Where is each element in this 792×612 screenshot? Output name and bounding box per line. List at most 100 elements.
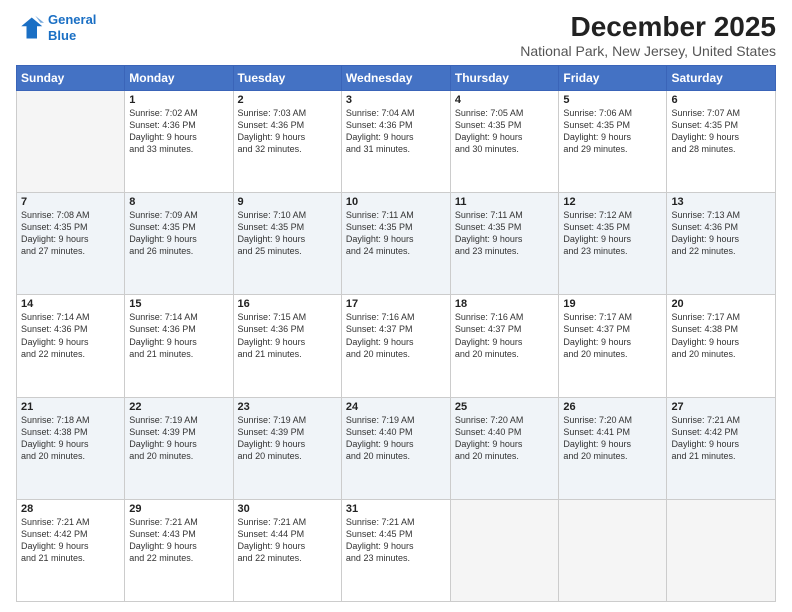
col-monday: Monday: [125, 65, 233, 90]
day-number: 5: [563, 94, 662, 106]
calendar-day: 25Sunrise: 7:20 AMSunset: 4:40 PMDayligh…: [450, 397, 559, 499]
calendar-day: 30Sunrise: 7:21 AMSunset: 4:44 PMDayligh…: [233, 499, 341, 601]
page: General Blue December 2025 National Park…: [0, 0, 792, 612]
day-info: Sunrise: 7:05 AMSunset: 4:35 PMDaylight:…: [455, 107, 555, 156]
day-info: Sunrise: 7:20 AMSunset: 4:40 PMDaylight:…: [455, 414, 555, 463]
calendar-day: 5Sunrise: 7:06 AMSunset: 4:35 PMDaylight…: [559, 90, 667, 192]
calendar-table: Sunday Monday Tuesday Wednesday Thursday…: [16, 65, 776, 602]
day-number: 31: [346, 503, 446, 515]
day-info: Sunrise: 7:19 AMSunset: 4:39 PMDaylight:…: [129, 414, 228, 463]
day-info: Sunrise: 7:21 AMSunset: 4:45 PMDaylight:…: [346, 516, 446, 565]
day-info: Sunrise: 7:14 AMSunset: 4:36 PMDaylight:…: [21, 311, 120, 360]
day-info: Sunrise: 7:21 AMSunset: 4:43 PMDaylight:…: [129, 516, 228, 565]
day-info: Sunrise: 7:18 AMSunset: 4:38 PMDaylight:…: [21, 414, 120, 463]
day-number: 2: [238, 94, 337, 106]
calendar-week-2: 7Sunrise: 7:08 AMSunset: 4:35 PMDaylight…: [17, 193, 776, 295]
day-number: 14: [21, 298, 120, 310]
calendar-week-4: 21Sunrise: 7:18 AMSunset: 4:38 PMDayligh…: [17, 397, 776, 499]
day-info: Sunrise: 7:19 AMSunset: 4:40 PMDaylight:…: [346, 414, 446, 463]
day-number: 15: [129, 298, 228, 310]
calendar-day: 8Sunrise: 7:09 AMSunset: 4:35 PMDaylight…: [125, 193, 233, 295]
day-number: 27: [671, 401, 771, 413]
day-number: 22: [129, 401, 228, 413]
calendar-day: 6Sunrise: 7:07 AMSunset: 4:35 PMDaylight…: [667, 90, 776, 192]
calendar-day: 19Sunrise: 7:17 AMSunset: 4:37 PMDayligh…: [559, 295, 667, 397]
logo-line2: Blue: [48, 28, 76, 43]
calendar-day: 11Sunrise: 7:11 AMSunset: 4:35 PMDayligh…: [450, 193, 559, 295]
day-number: 11: [455, 196, 555, 208]
day-info: Sunrise: 7:10 AMSunset: 4:35 PMDaylight:…: [238, 209, 337, 258]
calendar-week-1: 1Sunrise: 7:02 AMSunset: 4:36 PMDaylight…: [17, 90, 776, 192]
calendar-day: 22Sunrise: 7:19 AMSunset: 4:39 PMDayligh…: [125, 397, 233, 499]
calendar-body: 1Sunrise: 7:02 AMSunset: 4:36 PMDaylight…: [17, 90, 776, 601]
day-info: Sunrise: 7:21 AMSunset: 4:42 PMDaylight:…: [671, 414, 771, 463]
day-number: 20: [671, 298, 771, 310]
calendar-week-3: 14Sunrise: 7:14 AMSunset: 4:36 PMDayligh…: [17, 295, 776, 397]
day-info: Sunrise: 7:12 AMSunset: 4:35 PMDaylight:…: [563, 209, 662, 258]
day-number: 3: [346, 94, 446, 106]
day-info: Sunrise: 7:21 AMSunset: 4:44 PMDaylight:…: [238, 516, 337, 565]
day-number: 9: [238, 196, 337, 208]
calendar-day: [667, 499, 776, 601]
day-number: 13: [671, 196, 771, 208]
calendar-day: 21Sunrise: 7:18 AMSunset: 4:38 PMDayligh…: [17, 397, 125, 499]
calendar-day: 15Sunrise: 7:14 AMSunset: 4:36 PMDayligh…: [125, 295, 233, 397]
calendar-day: 12Sunrise: 7:12 AMSunset: 4:35 PMDayligh…: [559, 193, 667, 295]
day-info: Sunrise: 7:16 AMSunset: 4:37 PMDaylight:…: [346, 311, 446, 360]
day-info: Sunrise: 7:11 AMSunset: 4:35 PMDaylight:…: [455, 209, 555, 258]
day-number: 18: [455, 298, 555, 310]
day-number: 16: [238, 298, 337, 310]
header-row: Sunday Monday Tuesday Wednesday Thursday…: [17, 65, 776, 90]
calendar-day: [450, 499, 559, 601]
day-info: Sunrise: 7:11 AMSunset: 4:35 PMDaylight:…: [346, 209, 446, 258]
calendar-day: 9Sunrise: 7:10 AMSunset: 4:35 PMDaylight…: [233, 193, 341, 295]
day-number: 25: [455, 401, 555, 413]
calendar-day: 27Sunrise: 7:21 AMSunset: 4:42 PMDayligh…: [667, 397, 776, 499]
day-number: 28: [21, 503, 120, 515]
day-number: 19: [563, 298, 662, 310]
day-number: 12: [563, 196, 662, 208]
day-number: 1: [129, 94, 228, 106]
logo-text: General Blue: [48, 12, 96, 43]
calendar-day: 4Sunrise: 7:05 AMSunset: 4:35 PMDaylight…: [450, 90, 559, 192]
day-info: Sunrise: 7:13 AMSunset: 4:36 PMDaylight:…: [671, 209, 771, 258]
day-info: Sunrise: 7:16 AMSunset: 4:37 PMDaylight:…: [455, 311, 555, 360]
day-info: Sunrise: 7:04 AMSunset: 4:36 PMDaylight:…: [346, 107, 446, 156]
day-number: 30: [238, 503, 337, 515]
calendar-day: 10Sunrise: 7:11 AMSunset: 4:35 PMDayligh…: [341, 193, 450, 295]
calendar-day: 1Sunrise: 7:02 AMSunset: 4:36 PMDaylight…: [125, 90, 233, 192]
calendar-day: 28Sunrise: 7:21 AMSunset: 4:42 PMDayligh…: [17, 499, 125, 601]
calendar-week-5: 28Sunrise: 7:21 AMSunset: 4:42 PMDayligh…: [17, 499, 776, 601]
day-info: Sunrise: 7:03 AMSunset: 4:36 PMDaylight:…: [238, 107, 337, 156]
calendar-day: 18Sunrise: 7:16 AMSunset: 4:37 PMDayligh…: [450, 295, 559, 397]
calendar-day: 2Sunrise: 7:03 AMSunset: 4:36 PMDaylight…: [233, 90, 341, 192]
day-info: Sunrise: 7:14 AMSunset: 4:36 PMDaylight:…: [129, 311, 228, 360]
col-friday: Friday: [559, 65, 667, 90]
calendar-header: Sunday Monday Tuesday Wednesday Thursday…: [17, 65, 776, 90]
day-number: 23: [238, 401, 337, 413]
day-number: 4: [455, 94, 555, 106]
header: General Blue December 2025 National Park…: [16, 12, 776, 59]
day-number: 21: [21, 401, 120, 413]
page-subtitle: National Park, New Jersey, United States: [520, 43, 776, 59]
col-tuesday: Tuesday: [233, 65, 341, 90]
day-info: Sunrise: 7:09 AMSunset: 4:35 PMDaylight:…: [129, 209, 228, 258]
col-wednesday: Wednesday: [341, 65, 450, 90]
day-info: Sunrise: 7:06 AMSunset: 4:35 PMDaylight:…: [563, 107, 662, 156]
calendar-day: 24Sunrise: 7:19 AMSunset: 4:40 PMDayligh…: [341, 397, 450, 499]
day-info: Sunrise: 7:17 AMSunset: 4:37 PMDaylight:…: [563, 311, 662, 360]
col-saturday: Saturday: [667, 65, 776, 90]
day-info: Sunrise: 7:08 AMSunset: 4:35 PMDaylight:…: [21, 209, 120, 258]
calendar-day: 16Sunrise: 7:15 AMSunset: 4:36 PMDayligh…: [233, 295, 341, 397]
day-number: 17: [346, 298, 446, 310]
day-number: 6: [671, 94, 771, 106]
calendar-day: [17, 90, 125, 192]
day-number: 7: [21, 196, 120, 208]
calendar-day: 20Sunrise: 7:17 AMSunset: 4:38 PMDayligh…: [667, 295, 776, 397]
day-info: Sunrise: 7:19 AMSunset: 4:39 PMDaylight:…: [238, 414, 337, 463]
calendar-day: 3Sunrise: 7:04 AMSunset: 4:36 PMDaylight…: [341, 90, 450, 192]
logo-icon: [16, 14, 44, 42]
calendar-day: 17Sunrise: 7:16 AMSunset: 4:37 PMDayligh…: [341, 295, 450, 397]
calendar-day: 14Sunrise: 7:14 AMSunset: 4:36 PMDayligh…: [17, 295, 125, 397]
day-info: Sunrise: 7:20 AMSunset: 4:41 PMDaylight:…: [563, 414, 662, 463]
